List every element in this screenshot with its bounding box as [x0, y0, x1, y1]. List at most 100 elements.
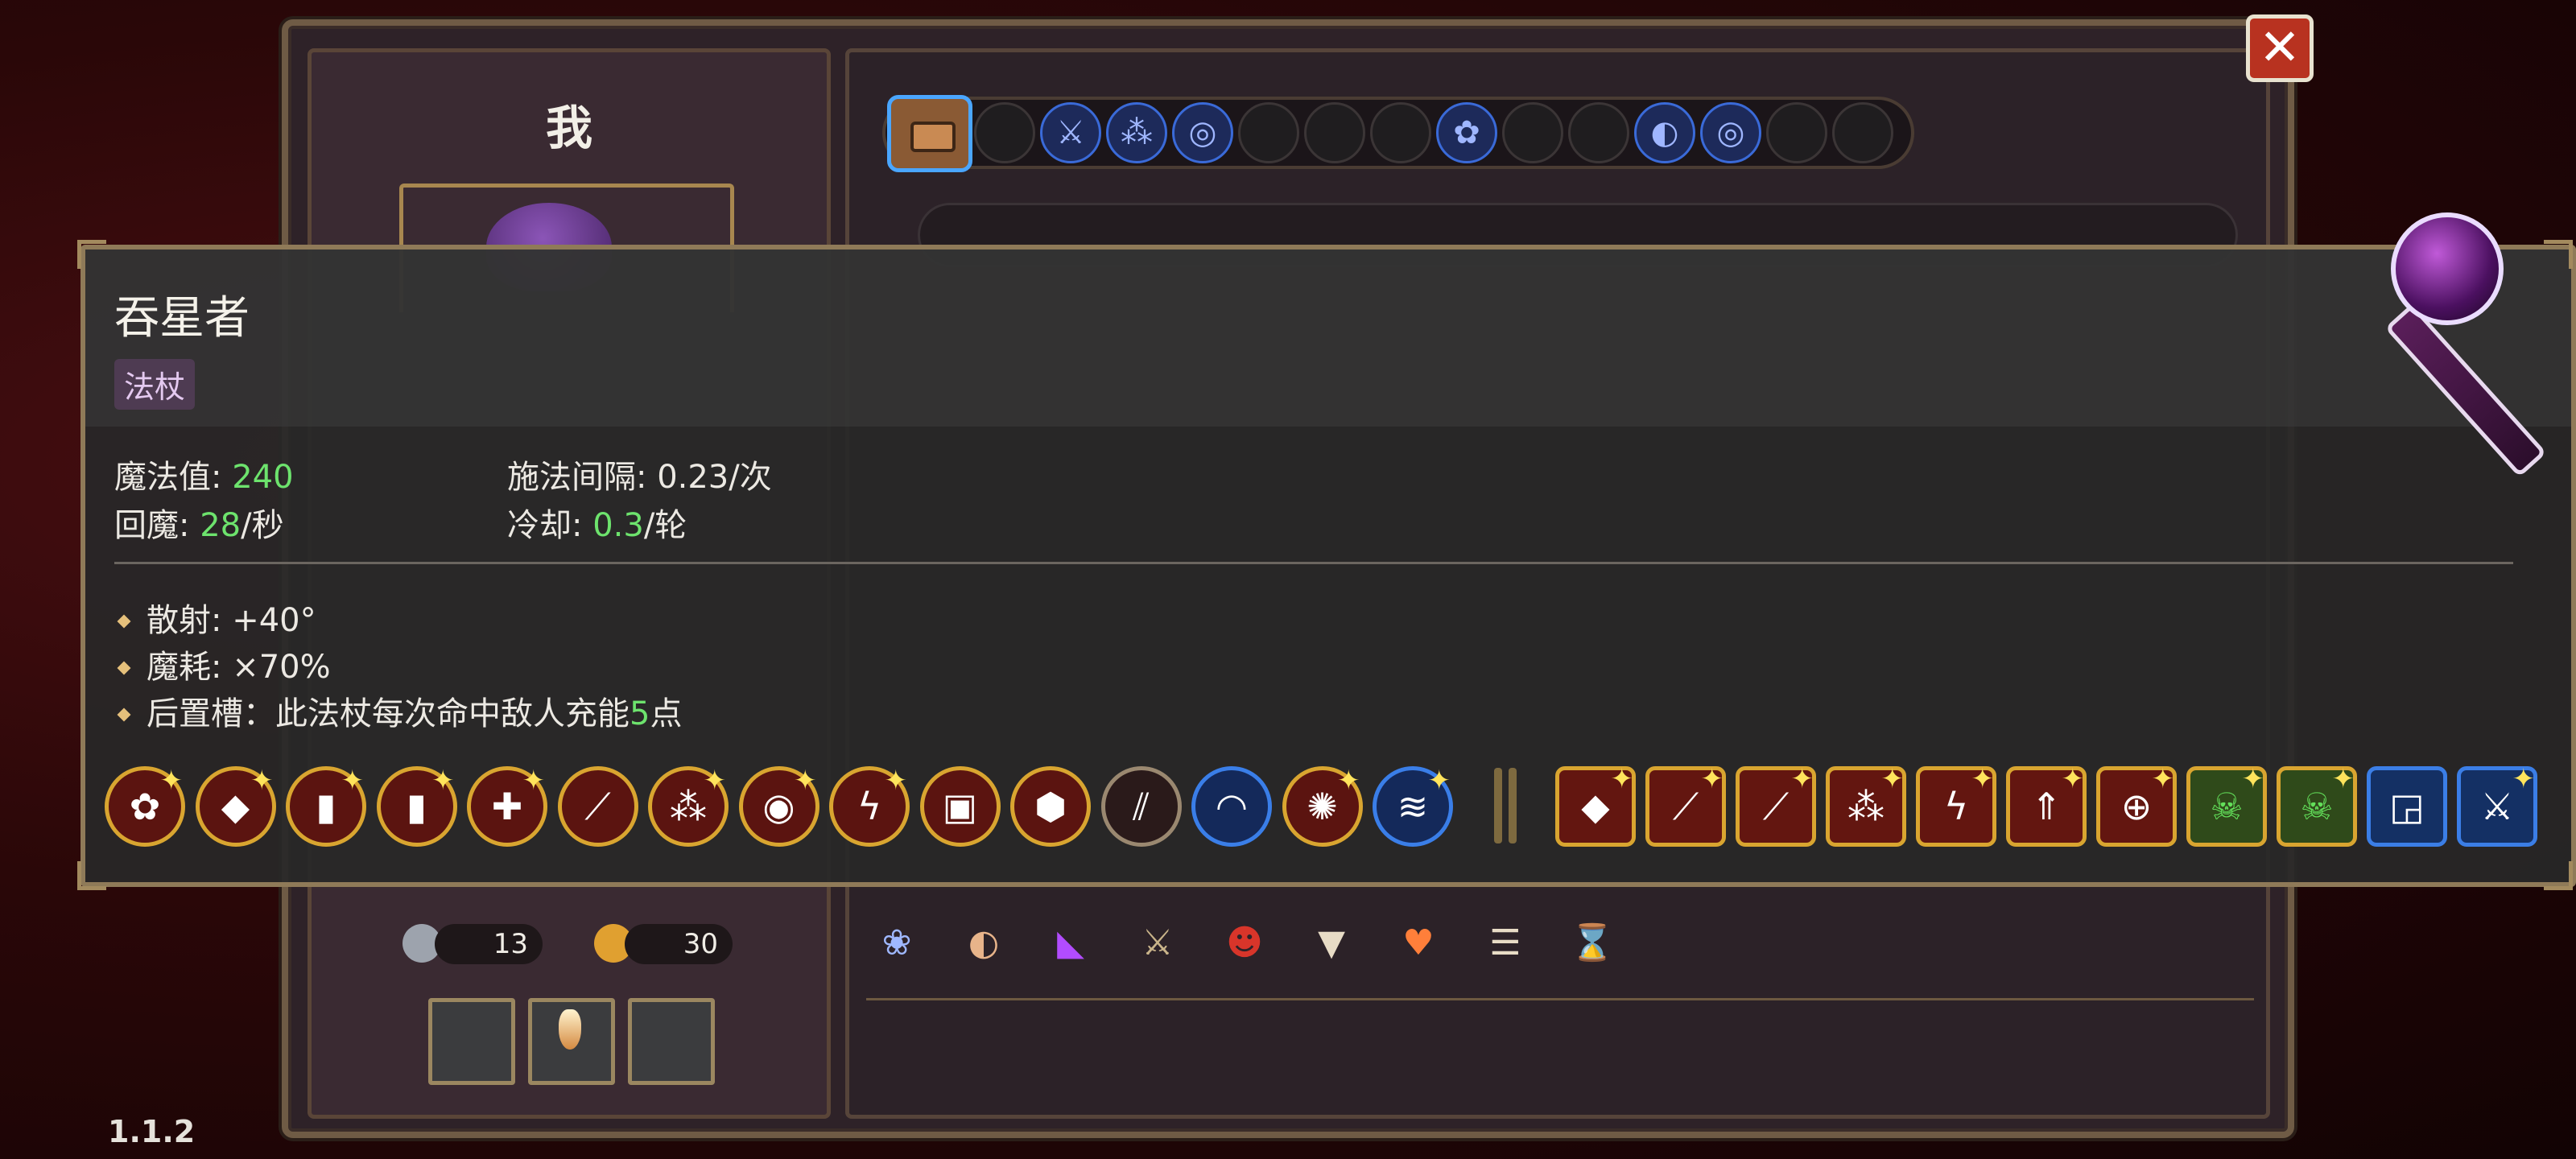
equipment-slot[interactable]: [1304, 102, 1365, 163]
corner-ornament: [77, 240, 106, 269]
triple-shot-icon[interactable]: ⁂ ✦: [1826, 763, 1906, 847]
rainbow-icon[interactable]: ◠: [1191, 766, 1272, 847]
vortex-icon[interactable]: ◎: [1700, 102, 1761, 163]
fangs-icon[interactable]: ▼: [1301, 913, 1362, 974]
spell-glyph: ◆: [221, 785, 250, 828]
equipment-slot[interactable]: [974, 102, 1035, 163]
upgrade-sparkle-icon: ✦: [794, 765, 817, 797]
corner-ornament: [77, 861, 106, 890]
spell-glyph: ⊕: [2120, 785, 2153, 828]
spell-glyph: ✿: [129, 785, 161, 828]
ear-icon[interactable]: ◐: [953, 913, 1014, 974]
spell-glyph: ⬢: [1034, 785, 1067, 828]
spell-glyph: ◠: [1215, 785, 1249, 828]
coin-count: 30: [625, 924, 733, 964]
triple-shot-icon[interactable]: ⁂: [1106, 102, 1167, 163]
triple-shot-icon[interactable]: ⁂ ✦: [648, 766, 729, 847]
storm-icon[interactable]: ≋ ✦: [1373, 766, 1453, 847]
claw-icon[interactable]: ⟋ ✦: [1736, 763, 1816, 847]
rock-icon[interactable]: ◆ ✦: [195, 765, 276, 847]
spell-glyph: ⫽: [1133, 785, 1150, 828]
tooltip-header: [85, 250, 2571, 427]
wand-orb-icon: [2391, 212, 2504, 325]
player-name: 我: [545, 101, 592, 155]
cross-burst-icon[interactable]: ✚ ✦: [467, 766, 547, 847]
equipment-slot[interactable]: [1502, 102, 1563, 163]
spell-glyph: ◲: [2389, 785, 2425, 828]
tooltip-divider: [114, 562, 2513, 564]
key-count: 13: [435, 924, 543, 964]
relic-divider: [866, 998, 2254, 1000]
equipment-slot[interactable]: [1238, 102, 1299, 163]
upgrade-sparkle-icon: ✦: [1971, 763, 1995, 795]
skull-icon[interactable]: ☠ ✦: [2277, 763, 2357, 847]
vortex-icon[interactable]: ◎: [1172, 102, 1233, 163]
equipment-slot[interactable]: [1568, 102, 1629, 163]
upgrade-sparkle-icon: ✦: [1790, 763, 1814, 795]
spiral-icon[interactable]: ◲: [2367, 766, 2447, 847]
corner-ornament: [2544, 861, 2573, 890]
claw-icon[interactable]: ⟋ ✦: [1645, 765, 1726, 847]
upgrade-sparkle-icon: ✦: [2241, 763, 2265, 795]
cape-icon[interactable]: ◣: [1040, 913, 1101, 974]
sword-rune-icon[interactable]: ⚔: [1040, 102, 1101, 163]
rock-icon[interactable]: ◆ ✦: [1555, 763, 1636, 847]
ribcage-icon[interactable]: ☰: [1475, 913, 1536, 974]
battery-icon[interactable]: ▮ ✦: [376, 765, 457, 847]
flower-burst-icon[interactable]: ✿ ✦: [105, 766, 185, 847]
box-icon[interactable]: ▣: [919, 766, 1001, 847]
heart-icon[interactable]: ♥: [1388, 913, 1449, 974]
spell-glyph: ▮: [316, 785, 336, 828]
starburst-icon[interactable]: ✺ ✦: [1282, 766, 1363, 847]
upgrade-sparkle-icon: ✦: [1610, 763, 1634, 795]
property-mana-cost: 魔耗: ×70%: [114, 641, 331, 687]
battery-icon[interactable]: ▮ ✦: [286, 766, 366, 847]
equipment-slot[interactable]: [1370, 102, 1431, 163]
spell-glyph: ◆: [1581, 785, 1610, 828]
potion-icon[interactable]: [559, 1009, 581, 1050]
bullet-icon: [117, 661, 131, 675]
upgrade-sparkle-icon: ✦: [431, 765, 455, 797]
equipment-slot[interactable]: [1766, 102, 1827, 163]
spell-glyph: ▣: [942, 785, 978, 828]
eye-target-icon[interactable]: ◉ ✦: [738, 765, 819, 847]
item-type-badge: 法杖: [114, 359, 196, 410]
spell-separator: [1494, 768, 1502, 843]
upgrade-sparkle-icon: ✦: [341, 765, 365, 797]
lightning-icon[interactable]: ϟ ✦: [1916, 763, 1996, 847]
upgrade-sparkle-icon: ✦: [1337, 765, 1360, 797]
mana-stat: 魔法值: 240: [114, 459, 294, 496]
bullet-icon: [117, 707, 131, 722]
item-slot[interactable]: [628, 998, 715, 1085]
spell-separator: [1509, 768, 1517, 843]
lotus-icon[interactable]: ❀: [866, 913, 927, 974]
arrow-up-icon[interactable]: ⇑ ✦: [2006, 763, 2087, 847]
slash-icon[interactable]: ⫽: [1100, 766, 1182, 847]
skull-icon[interactable]: ☠ ✦: [2186, 763, 2267, 847]
spell-glyph: ⟋: [1672, 785, 1699, 828]
upgrade-sparkle-icon: ✦: [1880, 763, 1905, 795]
bag-icon[interactable]: [887, 95, 972, 172]
lightning-icon[interactable]: ϟ ✦: [829, 766, 910, 847]
hourglass-icon[interactable]: ⌛: [1562, 913, 1623, 974]
swirl-icon[interactable]: ◐: [1634, 102, 1695, 163]
spell-glyph: ⟋: [584, 785, 611, 828]
sword-icon[interactable]: ⚔: [1127, 913, 1188, 974]
flower-burst-icon[interactable]: ✿: [1436, 102, 1497, 163]
cooldown-stat: 冷却: 0.3/轮: [507, 507, 687, 544]
upgrade-sparkle-icon: ✦: [250, 765, 274, 797]
claw-icon[interactable]: ⟋: [557, 766, 638, 847]
close-button[interactable]: ✕: [2246, 14, 2314, 82]
recharge-stat: 回魔: 28/秒: [114, 507, 284, 544]
spell-glyph: ☠: [2210, 785, 2244, 828]
demon-mask-icon[interactable]: ☻: [1214, 913, 1275, 974]
spell-glyph: ⇑: [2030, 785, 2062, 828]
upgrade-sparkle-icon: ✦: [2061, 763, 2085, 795]
crosshair-icon[interactable]: ⊕ ✦: [2096, 765, 2177, 847]
crystal-icon[interactable]: ⬢: [1010, 766, 1091, 847]
swords-icon[interactable]: ⚔ ✦: [2457, 765, 2537, 847]
property-spread: 散射: +40°: [114, 594, 316, 641]
upgrade-sparkle-icon: ✦: [2331, 763, 2355, 795]
equipment-slot[interactable]: [1832, 102, 1893, 163]
item-slot[interactable]: [428, 998, 515, 1085]
